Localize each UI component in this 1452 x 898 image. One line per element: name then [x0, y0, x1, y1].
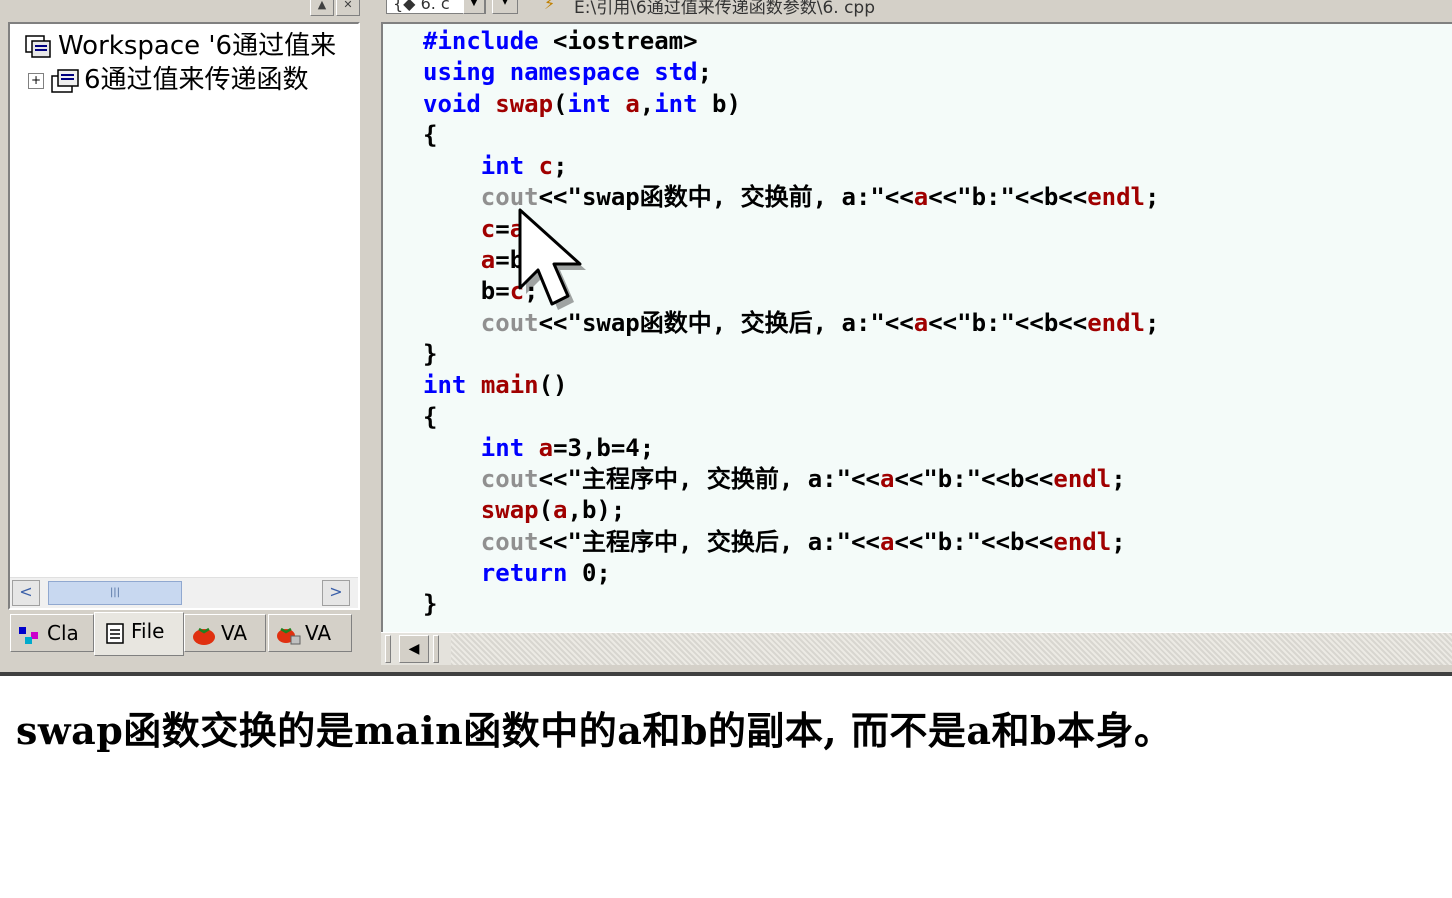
tomato-outline-icon	[277, 627, 301, 644]
splitter-handle[interactable]	[433, 635, 439, 663]
ide-window: ▲ ✕ {◆ 6. c ▼ ▾ ⚡ E:\引用\6通过值来传递函数参数\6. c…	[0, 0, 1452, 676]
editor-scrollbar[interactable]: ◀	[381, 632, 1452, 665]
tomato-icon	[193, 627, 215, 645]
code-line: cout<<"swap函数中, 交换后, a:"<<a<<"b:"<<b<<en…	[480, 308, 1160, 337]
tree-item-label: 6通过值来传递函数	[84, 65, 309, 95]
code-line: {	[423, 120, 438, 149]
code-line: cout<<"主程序中, 交换后, a:"<<a<<"b:"<<b<<endl;	[480, 527, 1126, 556]
scroll-left-icon[interactable]: <	[12, 580, 40, 606]
close-icon[interactable]: ✕	[336, 0, 360, 16]
file-path: E:\引用\6通过值来传递函数参数\6. cpp	[574, 0, 876, 18]
project-icon	[51, 68, 79, 93]
code-line: {	[423, 402, 438, 431]
code-line: using namespace std;	[423, 58, 713, 87]
scroll-left-icon[interactable]: ◀	[399, 635, 429, 663]
scroll-track[interactable]	[451, 633, 1452, 665]
code-line: #include <iostream>	[423, 27, 698, 55]
window-border	[0, 672, 1452, 676]
tree-item-project[interactable]: + 6通过值来传递函数	[28, 64, 309, 96]
code-line: void swap(int a,int b)	[423, 89, 741, 118]
mouse-cursor-icon	[518, 208, 586, 310]
code-line: swap(a,b);	[480, 496, 626, 525]
file-icon	[106, 622, 124, 644]
lightning-icon: ⚡	[544, 0, 556, 13]
code-line: }	[423, 339, 438, 368]
tree-item-label: Workspace '6通过值来	[58, 31, 337, 61]
editor-gutter	[383, 24, 421, 632]
code-line: int a=3,b=4;	[480, 433, 655, 462]
code-line: cout<<"主程序中, 交换前, a:"<<a<<"b:"<<b<<endl;	[480, 465, 1126, 494]
toolbar-up-button[interactable]: ▲	[310, 0, 334, 16]
chevron-down-icon[interactable]: ▼	[463, 0, 485, 14]
workspace-tabs: Cla File VA VA	[8, 612, 360, 656]
scroll-right-icon[interactable]: >	[322, 580, 350, 606]
code-line: int c;	[480, 152, 568, 181]
code-line: return 0;	[480, 559, 611, 588]
caption-text: swap函数交换的是main函数中的a和b的副本, 而不是a和b本身。	[16, 708, 1173, 753]
class-view-icon	[19, 626, 38, 644]
combo-dropdown-button[interactable]: ▾	[492, 0, 518, 14]
splitter-handle[interactable]	[385, 635, 391, 663]
code-text: #include <iostream> using namespace std; v…	[423, 26, 1159, 621]
scroll-thumb[interactable]: |||	[48, 581, 182, 605]
code-editor[interactable]: #include <iostream> using namespace std; v…	[381, 22, 1452, 632]
code-line: int main()	[423, 371, 568, 400]
tab-va-view[interactable]: VA	[184, 614, 266, 652]
toolbar: ▲ ✕ {◆ 6. c ▼ ▾ ⚡ E:\引用\6通过值来传递函数参数\6. c…	[0, 0, 1452, 22]
tab-file-view[interactable]: File	[94, 612, 184, 656]
tree-item-workspace[interactable]: Workspace '6通过值来	[24, 30, 336, 62]
tab-class-view[interactable]: Cla	[10, 614, 94, 652]
code-line: }	[423, 590, 438, 619]
expand-icon[interactable]: +	[28, 72, 44, 89]
workspace-icon	[25, 34, 51, 58]
workspace-scrollbar[interactable]: < ||| >	[10, 577, 358, 608]
workspace-panel: Workspace '6通过值来 + 6通过值来传递函数 < ||| >	[8, 22, 360, 610]
tab-va-outline[interactable]: VA	[268, 614, 352, 652]
